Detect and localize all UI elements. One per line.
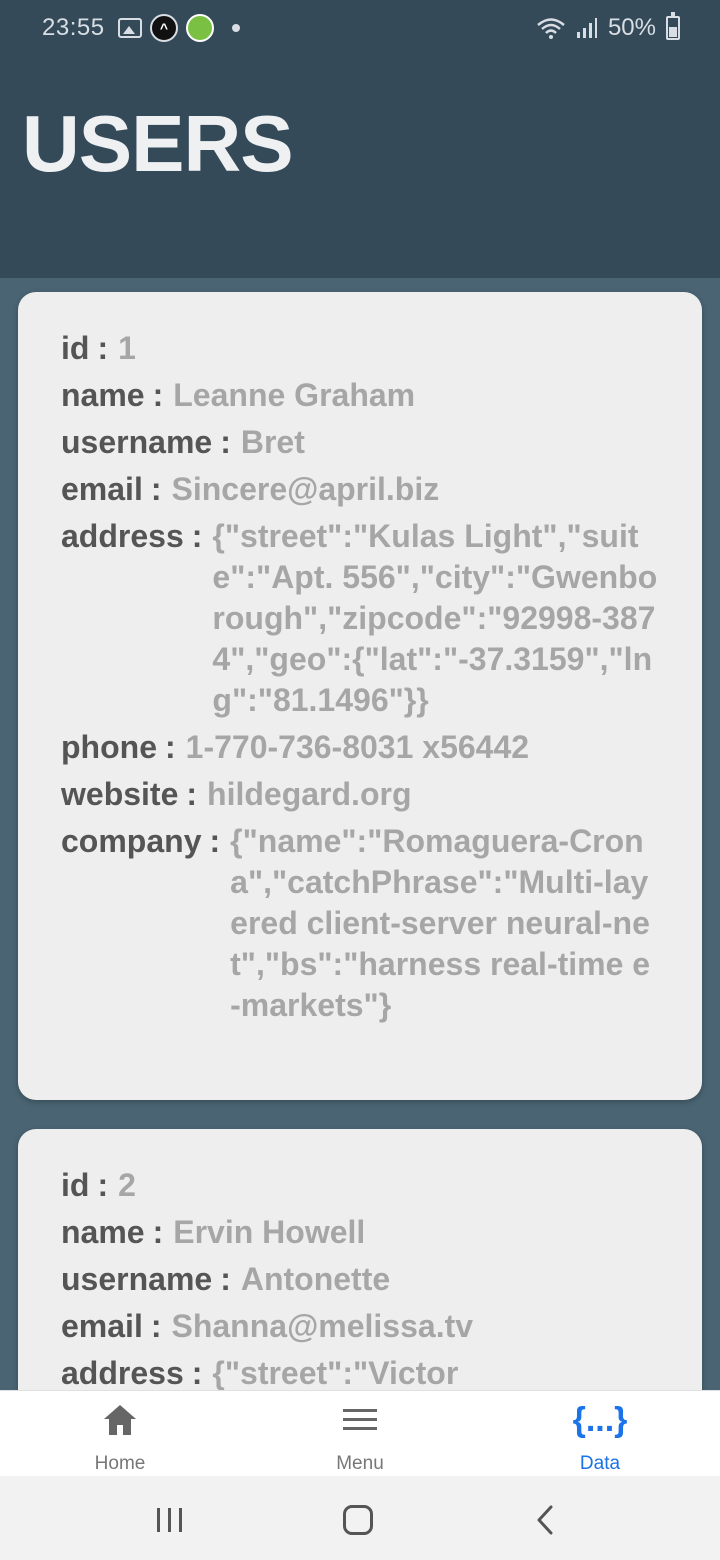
field-key: id — [61, 330, 90, 366]
field-separator: : — [152, 1214, 164, 1250]
field-value: {"street":"Victor — [212, 1355, 459, 1390]
user-card[interactable]: id : 1 name : Leanne Graham username : B… — [18, 292, 702, 1100]
field-separator: : — [186, 776, 198, 812]
field-separator: : — [191, 1355, 203, 1390]
battery-percent: 50% — [607, 14, 656, 41]
field-key: phone — [61, 729, 157, 765]
field-key: website — [61, 776, 179, 812]
wifi-icon — [536, 16, 566, 40]
notification-icons: ^ — [118, 14, 240, 42]
field-value: Leanne Graham — [173, 377, 416, 413]
user-field-website: website : hildegard.org — [61, 774, 660, 815]
bottom-nav: Home Menu {...} Data — [0, 1390, 720, 1476]
field-separator: : — [97, 1167, 109, 1203]
user-field-address: address : {"street":"Kulas Light","suite… — [61, 516, 660, 721]
recent-apps-icon — [168, 1508, 171, 1532]
system-nav-bar — [0, 1476, 720, 1560]
field-separator: : — [152, 377, 164, 413]
field-key: name — [61, 377, 145, 413]
status-time: 23:55 — [42, 14, 105, 41]
nav-item-menu[interactable]: Menu — [240, 1391, 480, 1477]
signal-icon — [576, 16, 598, 40]
field-value: Ervin Howell — [173, 1214, 366, 1250]
field-value: Shanna@melissa.tv — [171, 1308, 474, 1344]
home-icon — [102, 1403, 138, 1442]
field-value: hildegard.org — [207, 776, 412, 812]
nav-item-label: Data — [579, 1453, 621, 1474]
page-title: USERS — [22, 99, 294, 188]
user-field-email: email : Shanna@melissa.tv — [61, 1306, 660, 1347]
recent-apps-button[interactable] — [157, 1508, 182, 1532]
field-key: address — [61, 518, 184, 554]
field-value: 2 — [118, 1167, 136, 1203]
user-field-id: id : 1 — [61, 328, 660, 369]
nav-item-label: Menu — [336, 1453, 384, 1474]
user-field-username: username : Antonette — [61, 1259, 660, 1300]
user-field-username: username : Bret — [61, 422, 660, 463]
user-field-address: address : {"street":"Victor — [61, 1353, 660, 1390]
field-value: Sincere@april.biz — [171, 471, 440, 507]
back-button[interactable] — [535, 1504, 555, 1541]
field-separator: : — [150, 471, 162, 507]
field-value: {"name":"Romaguera-Crona","catchPhrase":… — [230, 823, 651, 1023]
status-bar: 23:55 ^ 50% — [0, 0, 720, 56]
data-braces-icon: {...} — [572, 1401, 628, 1439]
user-field-company: company : {"name":"Romaguera-Crona","cat… — [61, 821, 660, 1026]
field-separator: : — [164, 729, 176, 765]
user-field-name: name : Ervin Howell — [61, 1212, 660, 1253]
field-value: Antonette — [240, 1261, 391, 1297]
nav-item-data[interactable]: {...} Data — [480, 1391, 720, 1477]
system-home-button[interactable] — [343, 1505, 373, 1535]
field-separator: : — [97, 330, 109, 366]
field-key: username — [61, 1261, 213, 1297]
field-key: username — [61, 424, 213, 460]
nav-item-home[interactable]: Home — [0, 1391, 240, 1477]
field-value: {"street":"Kulas Light","suite":"Apt. 55… — [212, 518, 658, 718]
nav-item-label: Home — [94, 1453, 146, 1474]
user-field-id: id : 2 — [61, 1165, 660, 1206]
field-separator: : — [150, 1308, 162, 1344]
recent-apps-icon — [179, 1508, 182, 1532]
field-separator: : — [220, 1261, 231, 1297]
field-value: 1-770-736-8031 x56442 — [185, 729, 530, 765]
field-key: id — [61, 1167, 90, 1203]
field-key: name — [61, 1214, 145, 1250]
battery-icon — [666, 12, 680, 40]
field-separator: : — [220, 424, 231, 460]
field-separator: : — [191, 518, 203, 554]
menu-icon — [342, 1403, 378, 1442]
user-field-name: name : Leanne Graham — [61, 375, 660, 416]
recent-apps-icon — [157, 1508, 160, 1532]
system-status-icons: 50% — [536, 12, 680, 42]
field-separator: : — [209, 823, 221, 859]
back-icon — [537, 1505, 553, 1535]
notification-dot-icon — [232, 24, 240, 32]
field-key: email — [61, 471, 143, 507]
home-app-icon — [186, 14, 214, 42]
field-value: Bret — [240, 424, 305, 460]
field-key: address — [61, 1355, 184, 1390]
app-header: 23:55 ^ 50% USERS — [0, 0, 720, 278]
user-field-email: email : Sincere@april.biz — [61, 469, 660, 510]
user-card[interactable]: id : 2 name : Ervin Howell username : An… — [18, 1129, 702, 1390]
field-key: email — [61, 1308, 143, 1344]
image-icon — [118, 18, 142, 38]
field-value: 1 — [118, 330, 136, 366]
app-circle-icon: ^ — [150, 14, 178, 42]
user-field-phone: phone : 1-770-736-8031 x56442 — [61, 727, 660, 768]
field-key: company — [61, 823, 202, 859]
users-list[interactable]: id : 1 name : Leanne Graham username : B… — [0, 278, 720, 1390]
